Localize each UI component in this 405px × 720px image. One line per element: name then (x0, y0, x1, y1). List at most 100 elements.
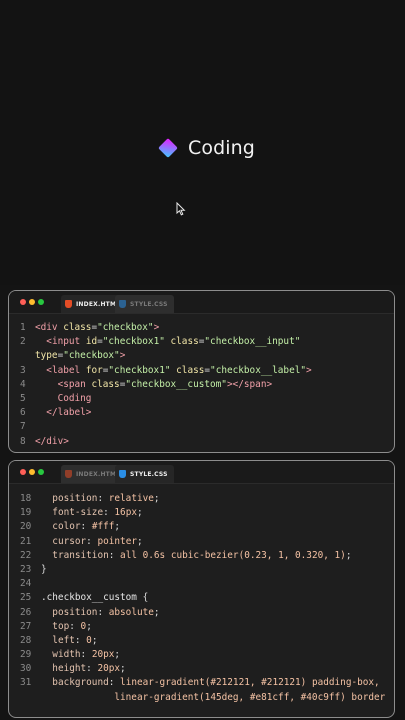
code-line[interactable]: 22 transition: all 0.6s cubic-bezier(0.2… (9, 549, 394, 563)
code-editor[interactable]: 1 <div class="checkbox"> 2 <input id="chec… (9, 321, 394, 449)
code-token: cursor (52, 535, 87, 547)
code-line[interactable]: 6 </label> (9, 406, 394, 420)
code-token: : (108, 549, 121, 561)
maximize-dot-icon[interactable] (38, 469, 44, 475)
code-token: ; (91, 634, 98, 646)
code-line[interactable]: 2 <input id="checkbox1" class="checkbox_… (9, 335, 394, 349)
code-token: "checkbox__custom" (125, 378, 227, 390)
checkbox-label[interactable]: Coding (188, 137, 255, 159)
code-token: } (41, 563, 47, 575)
code-line[interactable]: 7 (9, 420, 394, 434)
line-number: 22 (20, 549, 32, 561)
code-token: relative (108, 493, 154, 504)
code-token: "checkbox__label" (210, 364, 306, 376)
line-number: 1 (20, 322, 26, 333)
preview-pane: Coding (0, 0, 405, 285)
code-line[interactable]: 31 background: linear-gradient(#212121, … (9, 676, 394, 690)
code-line[interactable]: 18 position: relative; (9, 492, 394, 506)
code-text: </div> (35, 435, 69, 449)
maximize-dot-icon[interactable] (38, 299, 44, 305)
code-token: <input (46, 336, 86, 348)
code-text: type="checkbox"> (35, 349, 125, 363)
code-text: Coding (35, 392, 92, 406)
code-line[interactable]: 19 font-size: 16px; (9, 506, 394, 520)
code-text: font-size: 16px; (41, 506, 142, 520)
code-token: 16px (114, 507, 137, 519)
code-line[interactable]: 28 left: 0; (9, 634, 394, 648)
code-token: absolute (108, 606, 154, 618)
tab-style-css[interactable]: STYLE.CSS (115, 465, 174, 483)
code-line[interactable]: 4 <span class="checkbox__custom"></span> (9, 378, 394, 392)
code-token: ; (114, 649, 121, 661)
code-token: 20px (91, 649, 115, 661)
close-dot-icon[interactable] (20, 469, 26, 475)
code-token: ; (136, 535, 143, 547)
code-line[interactable]: 23} (9, 563, 394, 577)
code-line[interactable]: 1 <div class="checkbox"> (9, 321, 394, 335)
code-token: linear-gradient(#212121, #212121) paddin… (120, 677, 380, 689)
code-line[interactable]: linear-gradient(145deg, #e81cff, #40c9ff… (9, 691, 394, 705)
line-number: 25 (20, 592, 32, 604)
close-dot-icon[interactable] (20, 299, 26, 305)
code-text: color: #fff; (41, 520, 120, 534)
code-token: class (176, 364, 205, 376)
tab-style-css[interactable]: STYLE.CSS (115, 295, 174, 313)
code-line[interactable]: 8 </div> (9, 435, 394, 449)
code-text: background: linear-gradient(#212121, #21… (41, 676, 380, 690)
code-line[interactable]: 30 height: 20px; (9, 662, 394, 676)
code-line[interactable]: 20 color: #fff; (9, 520, 394, 534)
code-line[interactable]: 29 width: 20px; (9, 648, 394, 662)
code-token: "checkbox" (63, 350, 120, 362)
code-line[interactable]: type="checkbox"> (9, 349, 394, 363)
minimize-dot-icon[interactable] (29, 299, 35, 305)
checkbox-custom-box[interactable] (158, 138, 178, 158)
code-token: <label (46, 364, 86, 376)
line-number: 24 (20, 578, 32, 590)
css-editor-window: INDEX.HTML STYLE.CSS 18 position: relati… (8, 460, 395, 718)
code-text: position: absolute; (41, 606, 160, 620)
code-token: left (52, 634, 75, 646)
code-line[interactable]: 27 top: 0; (9, 620, 394, 634)
code-token: ; (153, 606, 160, 618)
mouse-cursor-icon (176, 202, 186, 216)
code-line[interactable]: 3 <label for="checkbox1" class="checkbox… (9, 364, 394, 378)
demo-checkbox[interactable]: Coding (158, 137, 255, 159)
code-line[interactable]: 21 cursor: pointer; (9, 535, 394, 549)
code-token: "checkbox__input" (204, 336, 301, 348)
code-token: : (103, 507, 115, 519)
code-line[interactable]: 25 .checkbox__custom { (9, 591, 394, 605)
code-line[interactable]: 26 position: absolute; (9, 606, 394, 620)
code-token: ; (345, 549, 352, 561)
minimize-dot-icon[interactable] (29, 469, 35, 475)
code-token: "checkbox" (97, 322, 154, 333)
code-text: <div class="checkbox"> (35, 321, 159, 335)
code-editor[interactable]: 18 position: relative; 19 font-size: 16px… (9, 492, 394, 705)
code-line[interactable]: 5 Coding (9, 392, 394, 406)
code-token: .checkbox__custom (41, 592, 137, 604)
code-token: </label> (46, 407, 92, 419)
code-token: transition (52, 549, 109, 561)
line-number: 26 (20, 606, 32, 618)
code-token: background (52, 677, 109, 689)
code-text: width: 20px; (41, 648, 120, 662)
code-token: </div> (35, 435, 69, 447)
code-token: { (136, 592, 149, 604)
line-number: 27 (20, 620, 32, 632)
code-token: font-size (52, 507, 104, 519)
code-token: height (52, 663, 87, 675)
css-file-icon (119, 470, 126, 478)
line-number: 30 (20, 663, 32, 675)
code-line[interactable]: 24 (9, 577, 394, 591)
code-token: color (52, 521, 81, 533)
code-text: cursor: pointer; (41, 535, 143, 549)
